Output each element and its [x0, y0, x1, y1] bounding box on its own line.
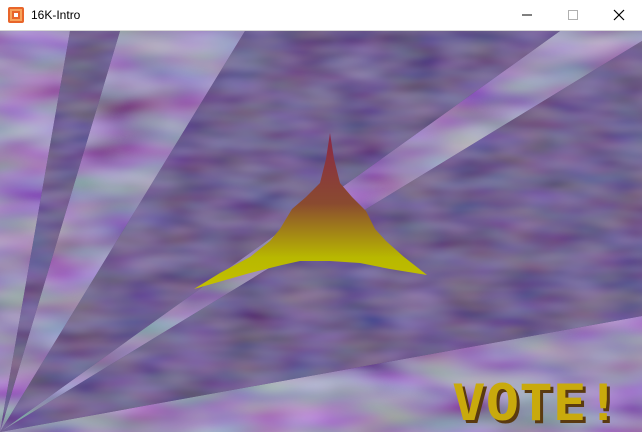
window-title: 16K-Intro	[31, 8, 81, 22]
demo-app-icon	[8, 7, 24, 23]
maximize-icon	[568, 10, 578, 20]
maximize-button[interactable]	[550, 0, 596, 30]
app-window: 16K-Intro VOTE! VOTE!	[0, 0, 642, 432]
render-canvas[interactable]: VOTE! VOTE!	[0, 31, 642, 432]
vote-label: VOTE! VOTE!	[452, 374, 623, 432]
vote-text: VOTE!	[452, 374, 620, 432]
demo-scene: VOTE! VOTE!	[0, 31, 642, 432]
minimize-icon	[522, 14, 532, 16]
close-button[interactable]	[596, 0, 642, 30]
minimize-button[interactable]	[504, 0, 550, 30]
title-bar[interactable]: 16K-Intro	[0, 0, 642, 31]
close-icon	[613, 9, 625, 21]
